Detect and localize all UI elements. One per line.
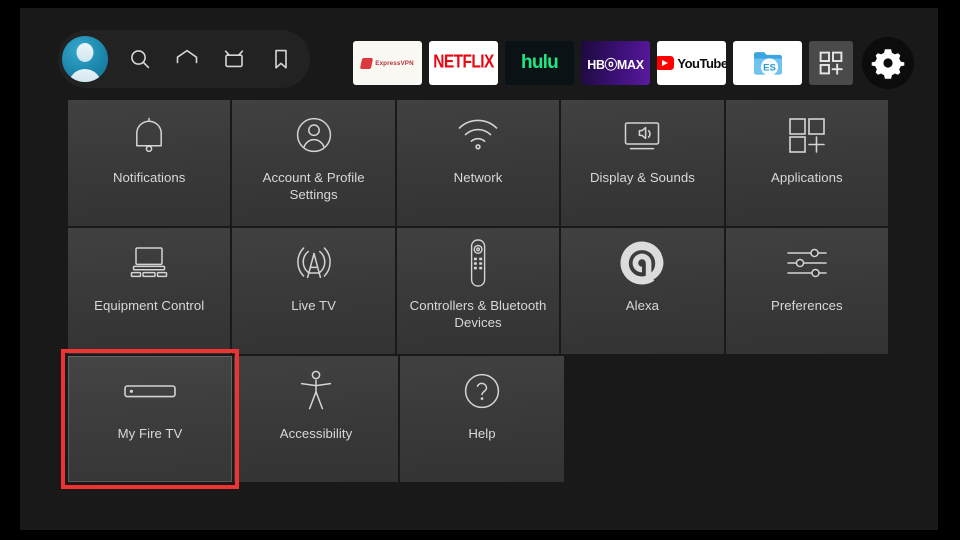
- settings-tile-label: Live TV: [291, 298, 337, 313]
- question-circle-icon: [400, 356, 564, 426]
- youtube-wordmark: YouTube: [677, 55, 726, 71]
- app-tile-expressvpn[interactable]: ExpressVPN: [353, 41, 422, 85]
- settings-row-1: Notifications Account & Profile Settings: [68, 100, 889, 226]
- svg-text:ES: ES: [763, 63, 776, 74]
- settings-tile-display-sounds[interactable]: Display & Sounds: [561, 100, 724, 226]
- settings-tile-label: Applications: [770, 170, 843, 185]
- avatar-head: [76, 43, 94, 62]
- settings-tile-label: Accessibility: [279, 426, 353, 441]
- fire-tv-settings-screen: ExpressVPN NETFLIX hulu HBⓞMAX YouTube E…: [0, 0, 960, 540]
- settings-tile-help[interactable]: Help: [400, 356, 564, 482]
- settings-tile-account-profile-settings[interactable]: Account & Profile Settings: [232, 100, 395, 226]
- settings-row-2: Equipment Control Live TV Controllers & …: [68, 228, 889, 354]
- settings-tile-equipment-control[interactable]: Equipment Control: [68, 228, 231, 354]
- youtube-play-icon: [657, 56, 675, 70]
- top-navigation-bar: ExpressVPN NETFLIX hulu HBⓞMAX YouTube E…: [20, 8, 938, 100]
- alexa-ring: [620, 241, 664, 285]
- settings-tile-label: Alexa: [625, 298, 660, 313]
- antenna-icon: [232, 228, 394, 298]
- app-shortcut-row: ExpressVPN NETFLIX hulu HBⓞMAX YouTube E…: [353, 37, 914, 89]
- person-circle-icon: [232, 100, 394, 170]
- settings-tile-live-tv[interactable]: Live TV: [232, 228, 395, 354]
- settings-row-3: My Fire TV Accessibility Help: [61, 349, 888, 489]
- settings-grid: Notifications Account & Profile Settings: [61, 100, 889, 489]
- bell-icon: [68, 100, 230, 170]
- avatar-body: [68, 69, 102, 82]
- tv-equipment-icon: [68, 228, 230, 298]
- settings-tile-label: Controllers & Bluetooth Devices: [409, 298, 547, 330]
- settings-tile-label: Network: [453, 170, 503, 185]
- settings-tile-my-fire-tv[interactable]: My Fire TV: [61, 349, 239, 489]
- expressvpn-wordmark: ExpressVPN: [375, 59, 414, 67]
- expressvpn-logo: ExpressVPN: [360, 57, 414, 69]
- settings-tile-applications[interactable]: Applications: [725, 100, 889, 226]
- gear-icon: [871, 49, 905, 79]
- youtube-logo: YouTube: [657, 56, 726, 71]
- expressvpn-mark-icon: [360, 57, 374, 69]
- accessibility-icon: [234, 356, 398, 426]
- app-tile-es-file-explorer[interactable]: ES: [733, 41, 802, 85]
- remote-icon: [397, 228, 559, 298]
- home-icon[interactable]: [172, 44, 202, 74]
- hbomax-wordmark: HBⓞMAX: [587, 57, 644, 72]
- alexa-ring-icon: [561, 228, 723, 298]
- settings-tile-alexa[interactable]: Alexa: [561, 228, 724, 354]
- ui-surface: ExpressVPN NETFLIX hulu HBⓞMAX YouTube E…: [20, 8, 938, 530]
- netflix-wordmark: NETFLIX: [433, 52, 494, 73]
- apps-grid-plus-icon[interactable]: [809, 41, 853, 85]
- fire-tv-stick-icon: [68, 356, 232, 426]
- settings-tile-label: Display & Sounds: [589, 170, 695, 185]
- settings-tile-notifications[interactable]: Notifications: [68, 100, 231, 226]
- tv-speaker-icon: [561, 100, 723, 170]
- app-tile-hbomax[interactable]: HBⓞMAX: [581, 41, 650, 85]
- settings-tile-label: My Fire TV: [117, 426, 183, 441]
- app-tile-netflix[interactable]: NETFLIX: [429, 41, 498, 85]
- profile-avatar[interactable]: [62, 36, 108, 82]
- settings-tile-label: Equipment Control: [94, 298, 205, 313]
- es-folder-icon: ES: [753, 52, 782, 76]
- app-tile-youtube[interactable]: YouTube: [657, 41, 726, 85]
- search-icon[interactable]: [125, 44, 155, 74]
- sliders-icon: [726, 228, 888, 298]
- settings-tile-label: Help: [468, 426, 496, 441]
- settings-tile-network[interactable]: Network: [396, 100, 560, 226]
- nav-pill: [58, 30, 310, 88]
- app-tile-hulu[interactable]: hulu: [505, 41, 574, 85]
- settings-gear-button[interactable]: [862, 37, 914, 89]
- wifi-icon: [397, 100, 559, 170]
- settings-tile-accessibility[interactable]: Accessibility: [234, 356, 398, 482]
- tv-icon[interactable]: [219, 44, 249, 74]
- bookmark-icon[interactable]: [266, 44, 296, 74]
- settings-tile-controllers-bluetooth-devices[interactable]: Controllers & Bluetooth Devices: [396, 228, 560, 354]
- hulu-wordmark: hulu: [521, 52, 559, 73]
- settings-tile-label: Preferences: [771, 298, 843, 313]
- apps-grid-plus-icon: [726, 100, 888, 170]
- settings-tile-label: Notifications: [112, 170, 186, 185]
- settings-tile-label: Account & Profile Settings: [262, 170, 365, 202]
- settings-tile-preferences[interactable]: Preferences: [725, 228, 889, 354]
